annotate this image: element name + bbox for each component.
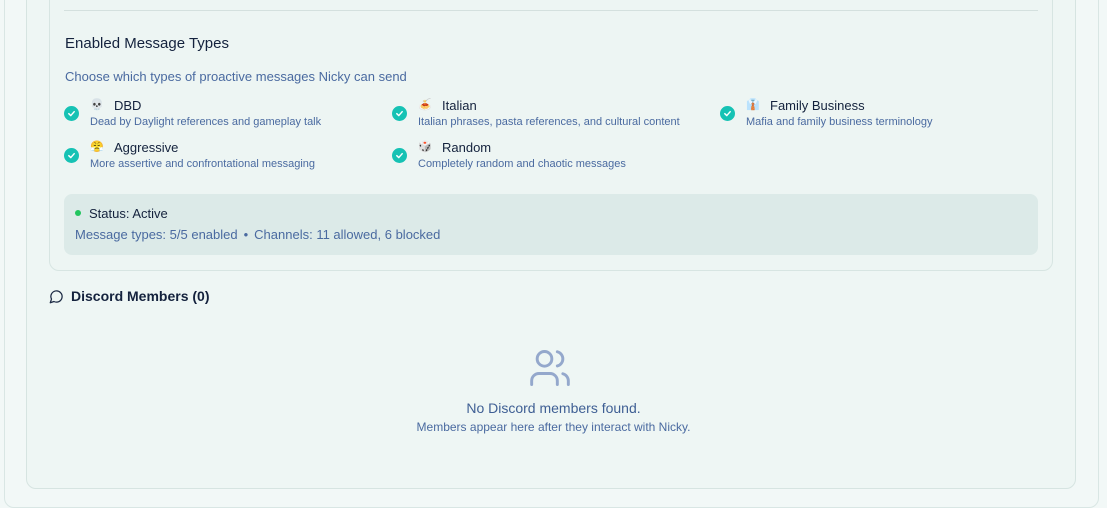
status-panel: Status: Active Message types: 5/5 enable… [64, 194, 1038, 255]
check-icon[interactable] [392, 148, 407, 163]
message-type-description: More assertive and confrontational messa… [90, 158, 316, 170]
message-type-aggressive[interactable]: 😤 Aggressive More assertive and confront… [64, 140, 384, 174]
message-type-name: Random [442, 140, 492, 155]
discord-members-title: Discord Members (0) [71, 288, 210, 304]
message-type-description: Mafia and family business terminology [746, 116, 933, 128]
status-details: Message types: 5/5 enabled • Channels: 11 … [75, 227, 440, 242]
users-icon [530, 350, 570, 386]
angry-face-icon: 😤 [90, 141, 104, 153]
check-icon[interactable] [64, 148, 79, 163]
message-type-name: DBD [114, 98, 142, 113]
separator-bullet: • [243, 227, 249, 242]
section-divider [64, 10, 1038, 11]
skull-icon: 💀 [90, 99, 104, 111]
message-type-dbd[interactable]: 💀 DBD Dead by Daylight references and ga… [64, 98, 384, 132]
message-type-description: Italian phrases, pasta references, and c… [418, 116, 680, 128]
section-title: Enabled Message Types [65, 35, 229, 52]
message-type-random[interactable]: 🎲 Random Completely random and chaotic m… [392, 140, 712, 174]
message-type-name: Italian [442, 98, 477, 113]
message-type-description: Completely random and chaotic messages [418, 158, 626, 170]
channels-count: Channels: 11 allowed, 6 blocked [254, 227, 441, 242]
check-icon[interactable] [392, 106, 407, 121]
section-subtitle: Choose which types of proactive messages… [65, 69, 407, 84]
chat-bubble-icon [49, 289, 63, 303]
message-type-name: Family Business [770, 98, 865, 113]
message-types-count: Message types: 5/5 enabled [75, 227, 238, 242]
check-icon[interactable] [64, 106, 79, 121]
message-type-italian[interactable]: 🍝 Italian Italian phrases, pasta referen… [392, 98, 712, 132]
message-type-family-business[interactable]: 👔 Family Business Mafia and family busin… [720, 98, 1040, 132]
pasta-icon: 🍝 [418, 99, 432, 111]
empty-state-subtitle: Members appear here after they interact … [416, 420, 691, 434]
message-type-name: Aggressive [114, 140, 179, 155]
dice-icon: 🎲 [418, 141, 432, 153]
check-icon[interactable] [720, 106, 735, 121]
message-type-description: Dead by Daylight references and gameplay… [90, 116, 322, 128]
status-dot-icon [75, 210, 81, 216]
suit-icon: 👔 [746, 99, 760, 111]
discord-members-header: Discord Members (0) [49, 288, 209, 304]
status-label: Status: Active [89, 206, 168, 221]
empty-state-title: No Discord members found. [466, 400, 641, 416]
